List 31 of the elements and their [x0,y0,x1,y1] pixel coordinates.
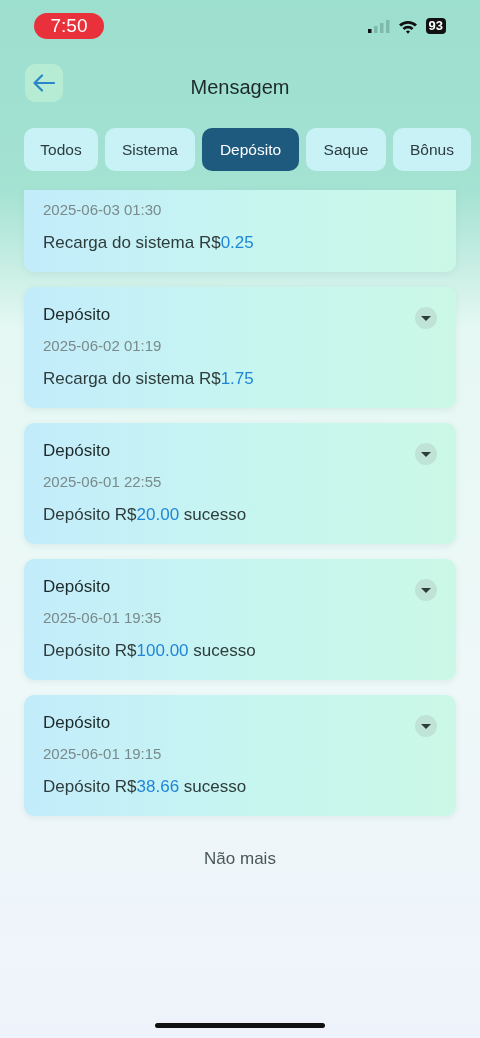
message-date: 2025-06-01 19:15 [43,744,163,764]
back-button[interactable] [25,64,63,102]
message-date: 2025-06-01 22:55 [43,472,163,492]
wifi-icon [397,18,418,34]
filter-tab[interactable]: Todos [24,128,98,171]
message-text: Recarga do sistema R$0.25 [43,232,255,254]
message-text: Depósito R$38.66 sucesso [43,776,248,798]
message-text: Depósito R$100.00 sucesso [43,640,257,662]
end-of-list-text: Não mais [203,848,277,870]
message-date: 2025-06-02 01:19 [43,336,163,356]
battery-level: 93 [425,18,446,34]
message-text: Recarga do sistema R$1.75 [43,368,255,390]
signal-icon [367,19,390,33]
filter-tab[interactable]: Depósito [202,128,299,171]
message-title: Depósito [43,576,111,598]
filter-tab[interactable]: Bônus [393,128,471,171]
dropdown-icon [415,579,437,601]
message-title: Depósito [43,440,111,462]
filter-tab[interactable]: Saque [306,128,386,171]
message-date: 2025-06-03 01:30 [43,200,163,220]
dropdown-icon [415,715,437,737]
dropdown-icon [415,307,437,329]
dropdown-icon [415,443,437,465]
message-date: 2025-06-01 19:35 [43,608,163,628]
back-arrow-icon [33,74,55,92]
page-title: Mensagem [190,75,290,100]
message-text: Depósito R$20.00 sucesso [43,504,248,526]
message-title: Depósito [43,712,111,734]
status-time: 7:50 [34,13,104,39]
filter-tab[interactable]: Sistema [105,128,195,171]
message-title: Depósito [43,304,111,326]
